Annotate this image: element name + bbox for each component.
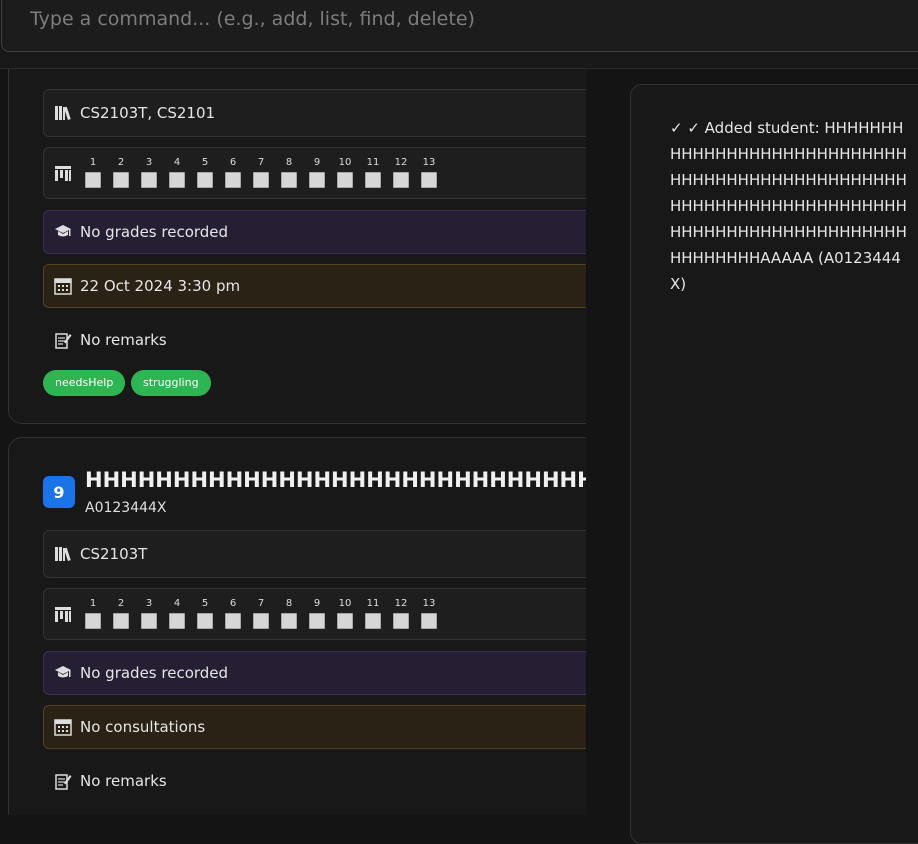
- week-checkbox[interactable]: [113, 613, 129, 629]
- remarks-field: No remarks: [43, 759, 586, 803]
- grades-text: No grades recorded: [80, 664, 229, 682]
- student-list[interactable]: CS2103T, CS2101 1 2 3 4 5 6 7 8 9 10 11 …: [0, 69, 586, 815]
- week-checkbox[interactable]: [337, 172, 353, 188]
- week-label: 4: [173, 157, 181, 168]
- tag-struggling: struggling: [131, 370, 211, 396]
- week-checkbox[interactable]: [281, 172, 297, 188]
- week-label: 11: [366, 157, 380, 168]
- week-checkbox[interactable]: [337, 613, 353, 629]
- week-checkbox[interactable]: [225, 613, 241, 629]
- consultation-field: No consultations: [43, 705, 586, 749]
- consultation-text: No consultations: [80, 718, 206, 736]
- week-checkbox[interactable]: [393, 613, 409, 629]
- week-checkbox[interactable]: [365, 172, 381, 188]
- week-label: 2: [117, 598, 125, 609]
- remarks-text: No remarks: [80, 772, 167, 790]
- week-checkbox[interactable]: [169, 613, 185, 629]
- week-checkbox[interactable]: [141, 172, 157, 188]
- week-label: 1: [89, 157, 97, 168]
- week-checkbox[interactable]: [365, 613, 381, 629]
- student-card[interactable]: 9 HHHHHHHHHHHHHHHHHHHHHHHHHHHHHHHHHHHHHH…: [8, 437, 586, 815]
- week-label: 7: [257, 598, 265, 609]
- week-label: 3: [145, 598, 153, 609]
- week-label: 12: [394, 157, 408, 168]
- week-checkbox[interactable]: [421, 172, 437, 188]
- week-label: 8: [285, 598, 293, 609]
- week-label: 8: [285, 157, 293, 168]
- week-label: 10: [338, 598, 352, 609]
- command-bar: [0, 0, 918, 69]
- week-checkbox[interactable]: [113, 172, 129, 188]
- week-checkbox[interactable]: [253, 613, 269, 629]
- week-checkbox[interactable]: [141, 613, 157, 629]
- courses-text: CS2103T: [80, 545, 148, 563]
- week-label: 5: [201, 157, 209, 168]
- week-label: 12: [394, 598, 408, 609]
- week-checkbox[interactable]: [225, 172, 241, 188]
- memo-icon: [54, 772, 72, 790]
- books-icon: [54, 545, 72, 563]
- week-label: 1: [89, 598, 97, 609]
- command-box[interactable]: [1, 0, 918, 52]
- grades-text: No grades recorded: [80, 223, 229, 241]
- graduation-cap-icon: [54, 664, 72, 682]
- week-label: 9: [313, 598, 321, 609]
- courses-field: CS2103T: [43, 530, 586, 578]
- attendance-field: 1 2 3 4 5 6 7 8 9 10 11 12 13: [43, 147, 586, 199]
- week-label: 4: [173, 598, 181, 609]
- week-checkbox[interactable]: [309, 172, 325, 188]
- result-message: ✓ ✓ Added student: HHHHHHHHHHHHHHHHHHHHH…: [670, 119, 907, 293]
- week-label: 5: [201, 598, 209, 609]
- command-input[interactable]: [30, 1, 830, 37]
- graduation-cap-icon: [54, 223, 72, 241]
- books-icon: [54, 104, 72, 122]
- consultation-field: 22 Oct 2024 3:30 pm: [43, 264, 586, 308]
- student-card[interactable]: CS2103T, CS2101 1 2 3 4 5 6 7 8 9 10 11 …: [8, 69, 586, 424]
- calendar-icon: [54, 718, 72, 736]
- week-checkbox[interactable]: [169, 172, 185, 188]
- week-checkbox[interactable]: [197, 613, 213, 629]
- consultation-text: 22 Oct 2024 3:30 pm: [80, 277, 241, 295]
- week-label: 13: [422, 157, 436, 168]
- grades-field: No grades recorded: [43, 210, 586, 254]
- remarks-field: No remarks: [43, 318, 586, 362]
- week-label: 3: [145, 157, 153, 168]
- memo-icon: [54, 331, 72, 349]
- remarks-text: No remarks: [80, 331, 167, 349]
- index-badge: 9: [43, 476, 75, 508]
- tag-needs-help: needsHelp: [43, 370, 126, 396]
- week-label: 10: [338, 157, 352, 168]
- week-label: 6: [229, 157, 237, 168]
- student-id: A0123444X: [85, 500, 167, 516]
- week-checkbox[interactable]: [393, 172, 409, 188]
- week-checkbox[interactable]: [85, 613, 101, 629]
- week-checkbox[interactable]: [197, 172, 213, 188]
- week-checkbox[interactable]: [281, 613, 297, 629]
- courses-text: CS2103T, CS2101: [80, 104, 216, 122]
- week-label: 2: [117, 157, 125, 168]
- week-label: 11: [366, 598, 380, 609]
- grades-field: No grades recorded: [43, 651, 586, 695]
- week-label: 6: [229, 598, 237, 609]
- attendance-field: 1 2 3 4 5 6 7 8 9 10 11 12 13: [43, 588, 586, 640]
- attendance-grid-icon: [54, 164, 72, 182]
- courses-field: CS2103T, CS2101: [43, 89, 586, 137]
- result-panel: ✓ ✓ Added student: HHHHHHHHHHHHHHHHHHHHH…: [630, 84, 918, 844]
- week-label: 9: [313, 157, 321, 168]
- student-name: HHHHHHHHHHHHHHHHHHHHHHHHHHHHHHHHHHHHHHHH…: [85, 468, 586, 492]
- week-checkbox[interactable]: [85, 172, 101, 188]
- week-label: 7: [257, 157, 265, 168]
- week-checkbox[interactable]: [421, 613, 437, 629]
- week-checkbox[interactable]: [309, 613, 325, 629]
- week-checkbox[interactable]: [253, 172, 269, 188]
- attendance-grid-icon: [54, 605, 72, 623]
- calendar-icon: [54, 277, 72, 295]
- week-label: 13: [422, 598, 436, 609]
